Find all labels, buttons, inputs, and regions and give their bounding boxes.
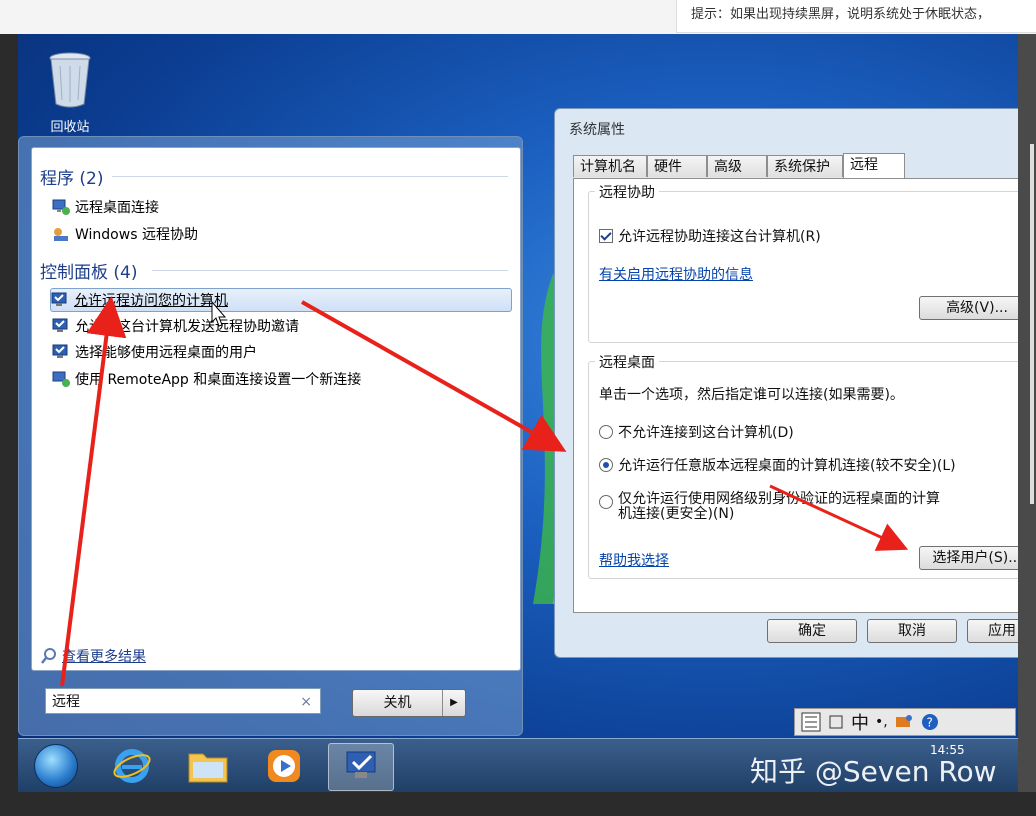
arrow-to-select-users [769, 484, 909, 551]
annotation-arrows [60, 296, 909, 687]
arrow-search-to-result [60, 296, 127, 687]
arrow-result-to-dialog [301, 300, 567, 452]
mouse-cursor-icon [211, 300, 227, 327]
